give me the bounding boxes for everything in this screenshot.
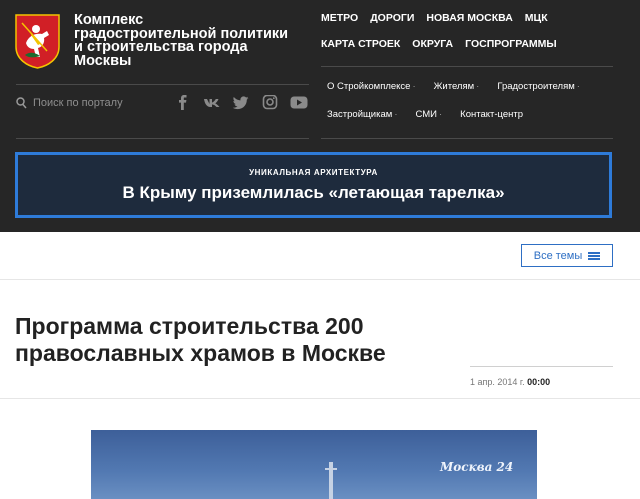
header-divider [321,138,613,139]
banner-title[interactable]: В Крыму приземлилась «летающая тарелка» [18,183,609,203]
vk-icon[interactable] [203,95,221,110]
nav-link-urban-planners[interactable]: Градостроителям · [497,81,580,93]
nav-link-metro[interactable]: МЕТРО [321,12,358,24]
instagram-icon[interactable] [261,94,279,110]
nav-link-districts[interactable]: ОКРУГА [412,38,453,50]
top-nav-row: МЕТРО ДОРОГИ НОВАЯ МОСКВА МЦК [321,12,621,24]
header-divider [16,138,309,139]
site-logo-text[interactable]: Комплекс градостроительной политики и ст… [74,13,289,68]
article-date: 1 апр. 2014 г. 00:00 [470,377,550,387]
article-date-day: 1 апр. 2014 г. [470,377,528,387]
nav-link-developers[interactable]: Застройщикам · [327,109,397,121]
section-nav-row: Застройщикам · СМИ · Контакт-центр [327,109,627,121]
top-nav-row: КАРТА СТРОЕК ОКРУГА ГОСПРОГРАММЫ [321,38,621,50]
content-divider [0,398,640,399]
site-header: Комплекс градостроительной политики и ст… [0,0,640,232]
nav-link-label: СМИ [415,109,437,120]
top-navigation: МЕТРО ДОРОГИ НОВАЯ МОСКВА МЦК КАРТА СТРО… [321,12,621,64]
header-divider [321,66,613,67]
menu-icon [588,251,601,260]
facebook-icon[interactable] [174,95,192,110]
nav-link-state-programs[interactable]: ГОСПРОГРАММЫ [465,38,557,50]
search-icon [16,97,27,109]
nav-link-label: Жителям [433,81,475,92]
dropdown-marker-icon: · [412,81,416,92]
search-box[interactable]: Поиск по порталу [16,96,166,110]
nav-link-mck[interactable]: МЦК [525,12,548,24]
nav-link-label: О Стройкомплексе [327,81,411,92]
content-divider [0,279,640,280]
nav-link-residents[interactable]: Жителям · [434,81,480,93]
section-navigation: О Стройкомплексе · Жителям · Градостроител… [327,81,627,137]
nav-link-new-moscow[interactable]: НОВАЯ МОСКВА [426,12,512,24]
article-photo: Москва 24 [91,430,537,499]
dropdown-marker-icon: · [438,109,443,120]
section-nav-row: О Стройкомплексе · Жителям · Градостроител… [327,81,627,93]
dropdown-marker-icon: · [576,81,580,92]
twitter-icon[interactable] [232,95,250,110]
cross-shape [325,468,337,470]
banner-kicker: УНИКАЛЬНАЯ АРХИТЕКТУРА [249,168,378,177]
nav-link-roads[interactable]: ДОРОГИ [370,12,414,24]
photo-watermark: Москва 24 [440,460,514,474]
nav-link-contact-center[interactable]: Контакт-центр [460,109,523,121]
featured-banner[interactable]: УНИКАЛЬНАЯ АРХИТЕКТУРА В Крыму приземлил… [15,152,612,218]
nav-link-label: Контакт-центр [460,109,524,120]
date-divider [470,366,613,367]
nav-link-label: Градостроителям [497,81,575,92]
article-date-time: 00:00 [527,377,551,387]
nav-link-construction-map[interactable]: КАРТА СТРОЕК [321,38,400,50]
dropdown-marker-icon: · [394,109,398,120]
nav-link-label: Застройщикам [327,109,393,120]
search-input[interactable]: Поиск по порталу [33,97,123,109]
header-divider [16,84,309,85]
social-links [174,94,308,110]
dropdown-marker-icon: · [476,81,480,92]
all-topics-label: Все темы [533,249,583,262]
article-title: Программа строительства 200 православных… [15,313,386,366]
nav-link-media[interactable]: СМИ · [415,109,442,121]
moscow-coat-of-arms-icon[interactable] [14,13,61,69]
all-topics-button[interactable]: Все темы [521,244,613,267]
youtube-icon[interactable] [290,95,308,110]
nav-link-about[interactable]: О Стройкомплексе · [327,81,416,93]
